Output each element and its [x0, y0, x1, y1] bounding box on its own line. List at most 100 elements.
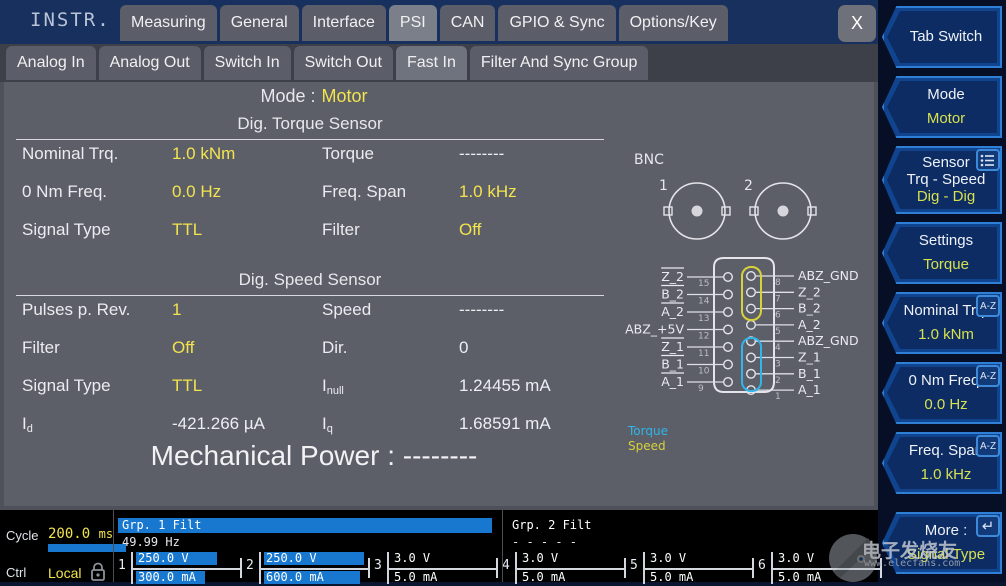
az-icon[interactable]: A-Z: [976, 365, 1000, 387]
row-label-2: Iq: [322, 414, 333, 435]
pin-label-left: B_2: [661, 287, 684, 302]
pin-label-right: A_1: [798, 382, 821, 397]
softkey-line3: 1.0 kHz: [920, 466, 972, 484]
softkey-more[interactable]: More : Signal Type ↵: [882, 512, 1002, 574]
softkey-line1: Freq. Span: [908, 441, 984, 459]
mode-value[interactable]: Motor: [322, 86, 368, 106]
pin-number-right: 7: [775, 294, 781, 304]
softkey-freq-span[interactable]: Freq. Span 1.0 kHz A-Z: [882, 432, 1002, 494]
az-icon[interactable]: A-Z: [976, 295, 1000, 317]
softkey-line2: Trq - Speed: [906, 171, 986, 188]
subtab-filter-and-sync-group[interactable]: Filter And Sync Group: [469, 46, 649, 80]
softkey-line1: Sensor: [922, 153, 970, 171]
pin-hole-left: [722, 341, 733, 352]
softkey-settings[interactable]: Settings Torque: [882, 222, 1002, 284]
close-button[interactable]: X: [838, 5, 876, 42]
bnc-connector-2: [749, 182, 817, 240]
az-icon[interactable]: A-Z: [976, 435, 1000, 457]
connector-diagram: BNC 1 2 15 Z_2 14 B_2 13 A_2 12 ABZ_+5V …: [604, 142, 880, 512]
subtab-fast-in[interactable]: Fast In: [395, 46, 467, 80]
row-value[interactable]: 1.0 kNm: [172, 144, 235, 164]
channel-readout: 3 3.0 V 5.0 mA: [374, 546, 500, 586]
mode-line: Mode : Motor: [4, 86, 624, 107]
row-value-2[interactable]: Off: [459, 220, 481, 240]
row-value[interactable]: 0.0 Hz: [172, 182, 221, 202]
tab-can[interactable]: CAN: [439, 5, 496, 41]
softkey-tab-switch[interactable]: Tab Switch: [882, 6, 1002, 68]
row-value[interactable]: TTL: [172, 220, 202, 240]
subtab-switch-in[interactable]: Switch In: [203, 46, 291, 80]
softkey-nominal-trq[interactable]: Nominal Trq. 1.0 kNm A-Z: [882, 292, 1002, 354]
status-bar: Cycle 200.0 ms Ctrl Local Grp. 1 Filt 49.…: [0, 510, 882, 584]
sub-tabs: Analog In Analog Out Switch In Switch Out Fa…: [6, 46, 649, 80]
channel-number: 4: [502, 558, 510, 573]
row-value-2[interactable]: 1.68591 mA: [459, 414, 551, 434]
pin-number-right: 8: [775, 278, 781, 288]
channel-number: 6: [758, 558, 766, 573]
tab-psi[interactable]: PSI: [388, 5, 437, 41]
pin-number-right: 4: [775, 343, 781, 353]
softkey-sensor[interactable]: Sensor Trq - Speed Dig - Dig: [882, 146, 1002, 214]
row-label: 0 Nm Freq.: [22, 182, 108, 201]
pin-label-right: B_2: [798, 301, 821, 316]
tab-general[interactable]: General: [219, 5, 299, 41]
row-value[interactable]: TTL: [172, 376, 202, 396]
softkey-mode[interactable]: Mode Motor: [882, 76, 1002, 138]
tab-gpio-sync[interactable]: GPIO & Sync: [498, 5, 616, 41]
legend-speed: Speed: [628, 439, 666, 453]
pin-number-left: 11: [698, 349, 709, 359]
channel-readout: 1 250.0 V 300.0 mA: [118, 546, 244, 586]
subtab-analog-out[interactable]: Analog Out: [98, 46, 201, 80]
row-value-2[interactable]: 1.0 kHz: [459, 182, 517, 202]
mode-label: Mode :: [260, 86, 316, 106]
instrument-title: INSTR.: [30, 9, 111, 31]
row-value-2[interactable]: --------: [459, 144, 504, 164]
data-row: Filter Off Dir. 0: [4, 338, 624, 376]
torque-divider: [16, 139, 604, 140]
channel-voltage: 3.0 V: [778, 551, 815, 565]
channel-voltage: 250.0 V: [138, 551, 189, 565]
subtab-switch-out[interactable]: Switch Out: [293, 46, 393, 80]
row-label-2: Freq. Span: [322, 182, 407, 201]
row-value-2[interactable]: 1.24455 mA: [459, 376, 551, 396]
channel-voltage: 250.0 V: [266, 551, 317, 565]
softkey-line3: Motor: [926, 110, 966, 128]
pin-number-left: 9: [698, 384, 704, 394]
row-value-2[interactable]: 0: [459, 338, 468, 358]
tab-interface[interactable]: Interface: [301, 5, 386, 41]
tab-options-key[interactable]: Options/Key: [618, 5, 728, 41]
status-divider-1: [113, 510, 114, 582]
pin-number-right: 5: [775, 327, 781, 337]
row-label: Signal Type: [22, 376, 111, 395]
softkey-zero-nm-freq[interactable]: 0 Nm Freq. 0.0 Hz A-Z: [882, 362, 1002, 424]
status-divider-2: [502, 510, 503, 582]
pin-hole-right: [745, 303, 756, 314]
pin-hole-right: [745, 352, 756, 363]
row-value-2[interactable]: --------: [459, 300, 504, 320]
pin-hole-right: [745, 319, 756, 330]
pin-hole-left: [722, 359, 733, 370]
ctrl-value[interactable]: Local: [48, 565, 81, 581]
channel-readout: 6 3.0 V 5.0 mA: [758, 546, 884, 586]
channel-number: 1: [118, 558, 126, 573]
pin-label-right: Z_1: [798, 350, 821, 365]
speed-grid: Pulses p. Rev. 1 Speed -------- Filter Off Dir…: [4, 300, 624, 452]
data-row: Pulses p. Rev. 1 Speed --------: [4, 300, 624, 338]
cycle-value: 200.0 ms: [48, 526, 113, 542]
channel-endcap: [368, 558, 370, 578]
subtab-analog-in[interactable]: Analog In: [6, 46, 96, 80]
group-header: Grp. 1 Filt: [118, 518, 492, 533]
row-value[interactable]: Off: [172, 338, 194, 358]
main-panel: Mode : Motor Dig. Torque Sensor Nominal T…: [0, 82, 878, 510]
softkey-line3: Dig - Dig: [916, 188, 976, 206]
channel-number: 3: [374, 558, 382, 573]
tab-measuring[interactable]: Measuring: [120, 5, 217, 41]
list-icon[interactable]: [976, 149, 1000, 171]
enter-icon[interactable]: ↵: [976, 515, 1000, 537]
pin-label-left: A_2: [661, 304, 684, 319]
speed-divider: [16, 295, 604, 296]
channel-endcap: [752, 558, 754, 578]
row-value[interactable]: -421.266 µA: [172, 414, 265, 434]
row-label-2: Dir.: [322, 338, 348, 357]
row-value[interactable]: 1: [172, 300, 181, 320]
